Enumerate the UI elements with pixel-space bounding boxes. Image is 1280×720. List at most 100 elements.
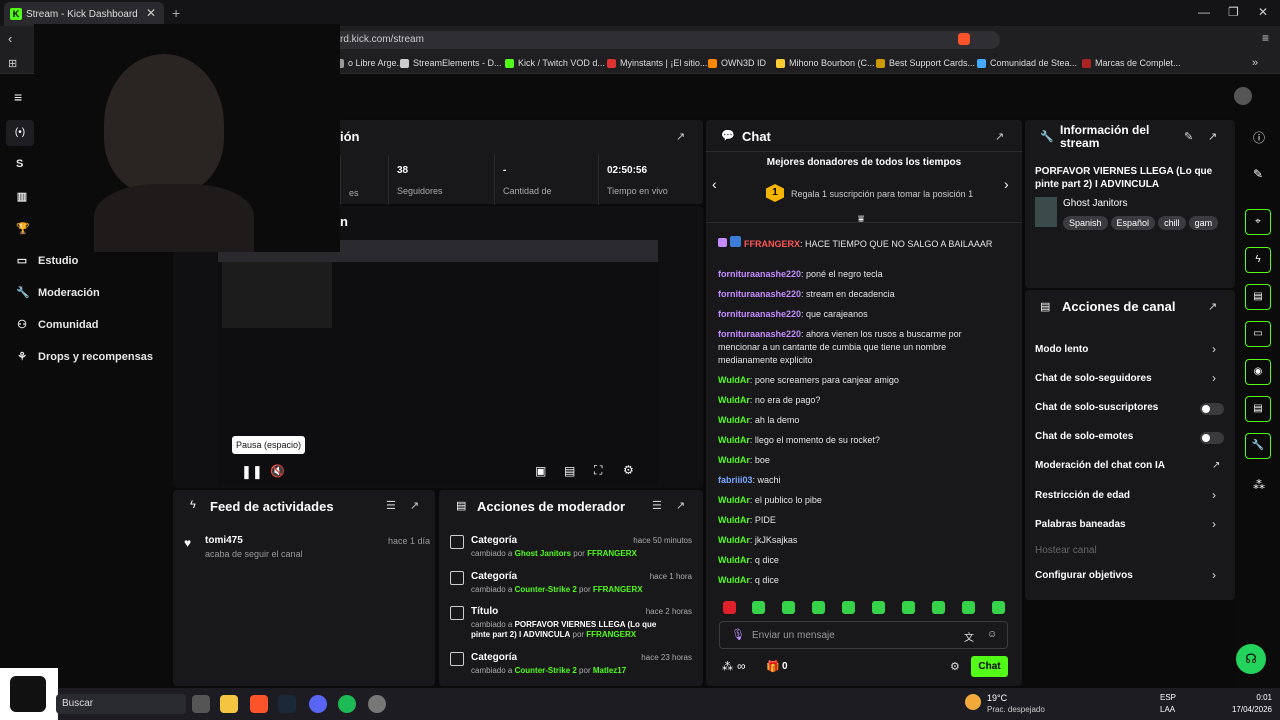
bookmark-item[interactable]: Marcas de Complet...: [1082, 58, 1181, 68]
popout-icon[interactable]: ↗: [1208, 300, 1217, 313]
sidebar-item-comunidad[interactable]: ⚇ Comunidad: [16, 318, 98, 332]
mute-icon[interactable]: 🔇: [270, 464, 285, 478]
popout-icon[interactable]: ↗: [995, 130, 1004, 143]
chat-username[interactable]: WuldAr: [718, 435, 750, 445]
chevron-left-icon[interactable]: ‹: [712, 176, 717, 192]
channel-action-item[interactable]: Chat de solo-emotes: [1035, 431, 1133, 442]
brave-icon[interactable]: [250, 695, 268, 713]
channel-action-item[interactable]: Restricción de edad: [1035, 490, 1130, 501]
tag[interactable]: chill: [1158, 216, 1186, 230]
close-tab-icon[interactable]: ✕: [146, 6, 156, 20]
pause-icon[interactable]: ❚❚: [241, 464, 263, 480]
chat-username[interactable]: fornituraanashe220: [718, 309, 801, 319]
tag[interactable]: Español: [1110, 216, 1156, 230]
rail-points-icon[interactable]: ⁂: [1253, 478, 1265, 492]
chat-settings-icon[interactable]: ⚙: [950, 660, 960, 673]
chat-username[interactable]: WuldAr: [718, 555, 750, 565]
microphone-icon[interactable]: 🎙: [731, 628, 745, 641]
task-view-icon[interactable]: [192, 695, 210, 713]
language[interactable]: ESP: [1160, 693, 1176, 702]
feed-user[interactable]: tomi475: [205, 535, 303, 546]
chat-username[interactable]: fabriii03: [718, 475, 753, 485]
rail-chat-icon[interactable]: ▭: [1245, 321, 1271, 347]
apps-grid-icon[interactable]: ⊞: [8, 57, 17, 70]
rail-actions-icon[interactable]: ▤: [1245, 396, 1271, 422]
stream-nav-icon[interactable]: (•): [6, 120, 34, 146]
emote-icon[interactable]: [902, 601, 915, 614]
trophy-icon[interactable]: 🏆: [16, 222, 30, 235]
pip-icon[interactable]: ▣: [535, 464, 546, 478]
chevron-right-icon[interactable]: ›: [1212, 517, 1216, 531]
discord-icon[interactable]: [309, 695, 327, 713]
more-bookmarks-icon[interactable]: »: [1252, 57, 1258, 69]
theater-icon[interactable]: ▤: [564, 464, 575, 478]
chat-username[interactable]: WuldAr: [718, 535, 750, 545]
sidebar-item-moderacion[interactable]: 🔧 Moderación: [16, 286, 100, 300]
emote-icon[interactable]: [962, 601, 975, 614]
chat-username[interactable]: WuldAr: [718, 395, 750, 405]
taskbar-thumbnail[interactable]: [0, 668, 58, 720]
minimize-icon[interactable]: —: [1198, 5, 1210, 19]
bookmark-item[interactable]: OWN3D ID: [708, 58, 766, 68]
emoji-icon[interactable]: ☺: [987, 629, 997, 640]
hamburger-menu-icon[interactable]: ≡: [14, 89, 22, 105]
filter-icon[interactable]: ☰: [652, 499, 662, 512]
sidebar-item-estudio[interactable]: ▭ Estudio: [16, 254, 79, 268]
pinned-toggle-icon[interactable]: ⩸: [858, 214, 864, 225]
bookmark-item[interactable]: Kick / Twitch VOD d...: [505, 58, 605, 68]
channel-action-item[interactable]: Chat de solo-suscriptores: [1035, 402, 1158, 413]
new-tab-icon[interactable]: +: [172, 5, 180, 21]
chat-username[interactable]: WuldAr: [718, 375, 750, 385]
emote-icon[interactable]: [723, 601, 736, 614]
popout-icon[interactable]: ↗: [1208, 130, 1217, 143]
close-window-icon[interactable]: ✕: [1258, 5, 1268, 19]
popout-icon[interactable]: ↗: [676, 499, 685, 512]
edit-pencil-icon[interactable]: ✎: [1184, 130, 1193, 143]
tag[interactable]: Spanish: [1063, 216, 1108, 230]
file-explorer-icon[interactable]: [220, 695, 238, 713]
chat-username[interactable]: WuldAr: [718, 515, 750, 525]
chat-username[interactable]: FFRANGERX: [744, 239, 800, 249]
chevron-right-icon[interactable]: ›: [1212, 371, 1216, 385]
chevron-right-icon[interactable]: ›: [1212, 342, 1216, 356]
emote-icon[interactable]: [842, 601, 855, 614]
bookmark-item[interactable]: Comunidad de Stea...: [977, 58, 1077, 68]
rail-lightning-icon[interactable]: ϟ: [1245, 247, 1271, 273]
settings-gear-icon[interactable]: ⚙: [623, 463, 634, 477]
bookmark-item[interactable]: Best Support Cards...: [876, 58, 975, 68]
sidebar-item-s[interactable]: S: [16, 158, 23, 170]
channel-action-item[interactable]: Moderación del chat con IA: [1035, 460, 1165, 471]
rail-broadcast-icon[interactable]: ◉: [1245, 359, 1271, 385]
chat-username[interactable]: fornituraanashe220: [718, 289, 801, 299]
chat-username[interactable]: WuldAr: [718, 575, 750, 585]
steam-icon[interactable]: [278, 695, 296, 713]
channel-action-item[interactable]: Configurar objetivos: [1035, 570, 1133, 581]
sidebar-item-drops[interactable]: ⚘ Drops y recompensas: [16, 350, 153, 364]
obs-icon[interactable]: [368, 695, 386, 713]
chevron-right-icon[interactable]: ›: [1004, 176, 1009, 192]
emote-icon[interactable]: [812, 601, 825, 614]
support-headset-icon[interactable]: ☊: [1236, 644, 1266, 674]
emote-icon[interactable]: [932, 601, 945, 614]
chat-username[interactable]: WuldAr: [718, 415, 750, 425]
external-link-icon[interactable]: ↗: [1212, 460, 1220, 471]
translate-icon[interactable]: 文: [964, 629, 974, 644]
browser-menu-icon[interactable]: ≡: [1262, 31, 1269, 45]
bookmark-item[interactable]: Mihono Bourbon (C...: [776, 58, 875, 68]
channel-action-item[interactable]: Chat de solo-seguidores: [1035, 373, 1152, 384]
chat-username[interactable]: WuldAr: [718, 495, 750, 505]
popout-icon[interactable]: ↗: [410, 499, 419, 512]
toggle-switch[interactable]: [1200, 432, 1224, 444]
chevron-right-icon[interactable]: ›: [1212, 568, 1216, 582]
send-chat-button[interactable]: Chat: [971, 656, 1008, 677]
bookmark-item[interactable]: StreamElements - D...: [400, 58, 502, 68]
chat-username[interactable]: WuldAr: [718, 455, 750, 465]
rail-wrench-icon[interactable]: 🔧: [1245, 433, 1271, 459]
popout-icon[interactable]: ↗: [676, 130, 685, 143]
chevron-right-icon[interactable]: ›: [1212, 488, 1216, 502]
edit-icon[interactable]: ✎: [1253, 167, 1263, 181]
rail-clip-icon[interactable]: ⌖: [1245, 209, 1271, 235]
url-bar[interactable]: rd.kick.com/stream: [330, 31, 1000, 49]
browser-tab[interactable]: K Stream - Kick Dashboard ✕: [4, 2, 164, 26]
brave-shield-icon[interactable]: [958, 33, 970, 45]
